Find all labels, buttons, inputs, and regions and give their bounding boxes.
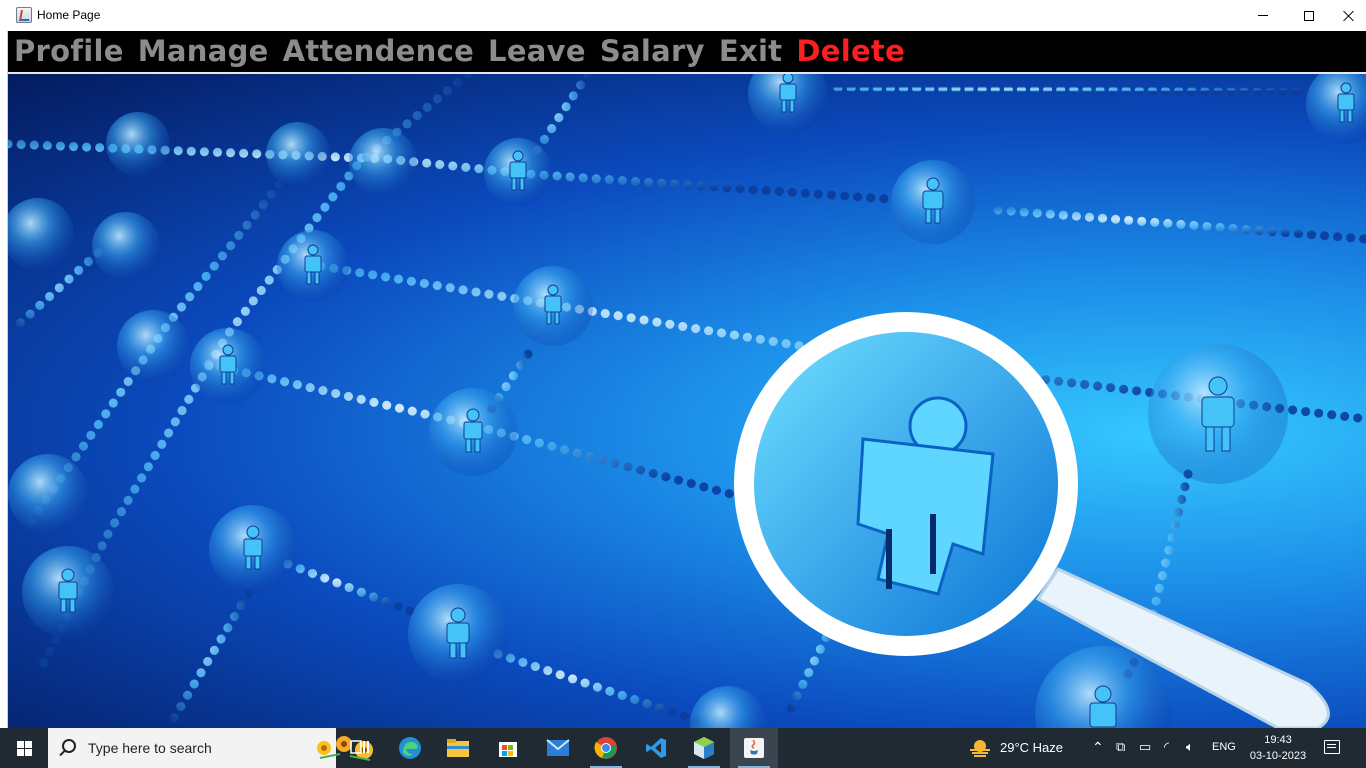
task-view-button[interactable]	[336, 728, 384, 768]
app-window: Home Page Profile Manage Attendence Leav…	[0, 0, 1366, 728]
close-button[interactable]	[1332, 0, 1366, 31]
clock[interactable]: 19:43 03-10-2023	[1243, 732, 1313, 764]
menu-leave[interactable]: Leave	[488, 31, 586, 72]
menu-delete[interactable]: Delete	[796, 31, 905, 72]
taskbar-search-box[interactable]: Type here to search	[48, 728, 373, 768]
network-people-image	[8, 74, 1366, 728]
battery-icon[interactable]: ▭	[1139, 739, 1151, 755]
title-bar: Home Page	[0, 0, 1366, 31]
mail-icon	[546, 739, 570, 756]
notification-center-icon[interactable]	[1324, 740, 1340, 754]
minimize-button[interactable]	[1240, 0, 1286, 31]
window-left-border	[0, 31, 8, 728]
menu-manage[interactable]: Manage	[138, 31, 269, 72]
maximize-button[interactable]	[1286, 0, 1332, 31]
java-app-button[interactable]	[730, 728, 778, 768]
background-image	[8, 74, 1366, 728]
task-view-icon	[350, 740, 369, 754]
menu-attendence[interactable]: Attendence	[283, 31, 474, 72]
chrome-button[interactable]	[582, 728, 630, 768]
weather-text[interactable]: 29°C Haze	[1000, 740, 1063, 755]
netbeans-icon	[694, 737, 714, 759]
java-icon	[744, 738, 764, 758]
windows-logo-icon	[16, 740, 32, 756]
vscode-button[interactable]	[632, 728, 680, 768]
language-indicator[interactable]: ENG	[1212, 741, 1236, 753]
weather-haze-icon	[970, 740, 990, 757]
search-placeholder: Type here to search	[88, 740, 212, 756]
clock-date: 03-10-2023	[1249, 750, 1307, 762]
netbeans-button[interactable]	[680, 728, 728, 768]
volume-icon[interactable]: 🔈︎	[1186, 739, 1194, 755]
edge-button[interactable]	[386, 728, 434, 768]
microsoft-store-icon	[499, 742, 517, 757]
vscode-icon	[646, 738, 666, 758]
menu-exit[interactable]: Exit	[719, 31, 783, 72]
maximize-icon	[1304, 10, 1314, 21]
window-title: Home Page	[37, 8, 101, 22]
file-explorer-icon	[447, 739, 469, 757]
chevron-up-icon[interactable]: ⌃	[1092, 739, 1104, 756]
chrome-icon	[594, 737, 617, 759]
search-icon	[62, 739, 76, 753]
start-button[interactable]	[0, 728, 48, 768]
meet-now-icon[interactable]: ⧉	[1116, 739, 1125, 755]
taskbar: Type here to search 29°C Haze ⌃ ⧉ ▭ ◜ 🔈︎…	[0, 728, 1366, 768]
menu-salary[interactable]: Salary	[600, 31, 705, 72]
java-app-icon	[16, 7, 32, 23]
clock-time: 19:43	[1264, 734, 1292, 746]
menu-profile[interactable]: Profile	[14, 31, 124, 72]
edge-icon	[399, 737, 421, 759]
network-icon[interactable]: ◜	[1164, 739, 1169, 755]
minimize-icon	[1258, 15, 1268, 16]
microsoft-store-button[interactable]	[484, 728, 532, 768]
file-explorer-button[interactable]	[434, 728, 482, 768]
menu-bar: Profile Manage Attendence Leave Salary E…	[8, 31, 1366, 72]
close-icon	[1343, 10, 1355, 22]
mail-button[interactable]	[534, 728, 582, 768]
